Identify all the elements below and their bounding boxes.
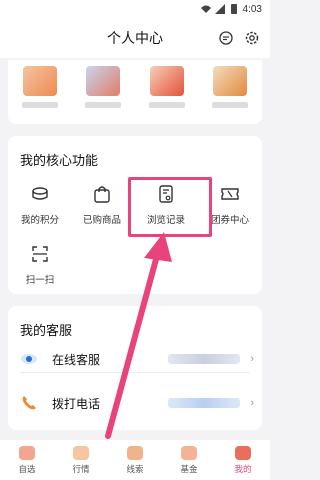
page-header: 个人中心 (0, 18, 270, 58)
page-title: 个人中心 (107, 30, 163, 46)
coins-icon (28, 182, 52, 206)
bag-icon (90, 182, 114, 206)
signal-icon (214, 4, 225, 14)
purchased-label: 已购商品 (82, 215, 121, 226)
bottom-nav: 自选 行情 线索 基金 我的 (0, 440, 270, 480)
scan-icon (28, 242, 52, 266)
chevron-right-icon: › (250, 397, 254, 409)
product-thumb[interactable] (144, 66, 190, 108)
phone-value (168, 398, 240, 408)
nav-label: 自选 (18, 463, 36, 474)
online-service-label: 在线客服 (52, 352, 101, 367)
nav-item-market[interactable]: 行情 (61, 445, 101, 475)
nav-item-fund[interactable]: 基金 (169, 445, 209, 475)
highlight-box (128, 177, 212, 237)
status-time: 4:03 (242, 3, 262, 15)
product-thumb[interactable] (80, 66, 126, 108)
core-functions-title: 我的核心功能 (20, 153, 99, 168)
nav-item-mine[interactable]: 我的 (223, 445, 263, 475)
fund-icon (181, 445, 197, 460)
service-title: 我的客服 (20, 323, 73, 338)
nav-label: 基金 (180, 463, 198, 474)
status-bar: 4:03 (0, 0, 270, 18)
online-service-value (168, 354, 240, 364)
online-service-row[interactable]: 在线客服 › (20, 344, 254, 374)
scan-button[interactable]: 扫一扫 (10, 242, 70, 286)
nav-item-watchlist[interactable]: 自选 (7, 445, 47, 475)
eye-icon (20, 350, 38, 368)
market-icon (73, 445, 89, 460)
wifi-icon (200, 5, 211, 13)
phone-row[interactable]: 拨打电话 › (20, 388, 254, 418)
phone-label: 拨打电话 (52, 396, 101, 411)
purchased-button[interactable]: 已购商品 (72, 182, 132, 226)
message-icon[interactable] (218, 30, 234, 46)
recommend-card (8, 60, 262, 124)
product-thumb[interactable] (207, 66, 253, 108)
product-thumb[interactable] (17, 66, 63, 108)
gear-icon[interactable] (244, 30, 260, 46)
nav-item-clues[interactable]: 线索 (115, 445, 155, 475)
coupon-label: 团券中心 (210, 215, 249, 226)
points-label: 我的积分 (20, 215, 59, 226)
phone-icon (20, 394, 38, 412)
watchlist-icon (19, 445, 35, 460)
battery-icon (230, 4, 237, 14)
nav-label: 我的 (234, 463, 252, 474)
nav-label: 线索 (126, 463, 144, 474)
ticket-icon (218, 182, 242, 206)
chevron-right-icon: › (250, 353, 254, 365)
clues-icon (127, 445, 143, 460)
divider (20, 372, 250, 373)
points-button[interactable]: 我的积分 (10, 182, 70, 226)
mine-icon (235, 445, 251, 460)
nav-label: 行情 (72, 463, 90, 474)
service-card: 我的客服 在线客服 › 拨打电话 › (8, 306, 262, 430)
scan-label: 扫一扫 (25, 275, 55, 286)
